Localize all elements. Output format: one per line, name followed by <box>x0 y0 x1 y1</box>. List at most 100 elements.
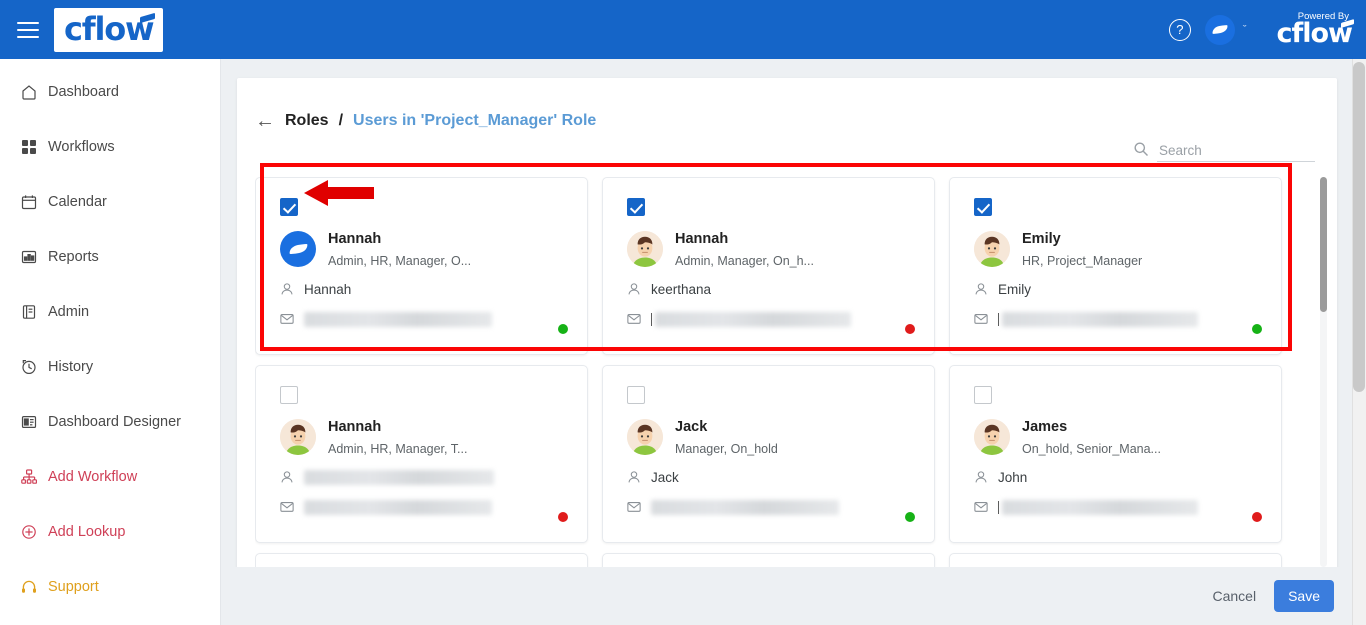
username-row: Hannah <box>280 281 569 298</box>
username-value: Hannah <box>304 281 352 297</box>
sidebar-item-support[interactable]: Support <box>0 570 220 604</box>
page-scrollbar-thumb[interactable] <box>1353 62 1365 392</box>
user-card[interactable] <box>602 553 935 567</box>
sidebar-item-label: Dashboard Designer <box>48 414 181 430</box>
email-redacted <box>304 499 492 515</box>
sidebar-item-label: Support <box>48 579 99 595</box>
user-card-header: Hannah Admin, HR, Manager, O... <box>280 231 569 268</box>
panel-scrollbar-thumb[interactable] <box>1320 177 1327 312</box>
designer-icon <box>20 414 37 431</box>
cflow-logo[interactable]: cflow <box>54 7 164 52</box>
user-select-checkbox[interactable] <box>974 386 992 404</box>
user-display-name: Jack <box>675 419 708 435</box>
user-cards-grid: Hannah Admin, HR, Manager, O... Hannah Hann… <box>255 177 1315 567</box>
user-display-name: James <box>1022 419 1068 435</box>
status-indicator-dot <box>905 324 915 334</box>
email-row <box>627 499 916 516</box>
user-roles-list: Admin, HR, Manager, O... <box>328 253 472 268</box>
sidebar-item-reports[interactable]: Reports <box>0 240 220 274</box>
username-value: Jack <box>651 469 679 485</box>
username-row: keerthana <box>627 281 916 298</box>
hamburger-menu-icon[interactable] <box>17 21 39 38</box>
cancel-button[interactable]: Cancel <box>1212 588 1256 604</box>
user-roles-list: Admin, Manager, On_h... <box>675 253 814 268</box>
add-lookup-icon <box>20 524 37 541</box>
search-input[interactable] <box>1157 140 1315 162</box>
envelope-icon <box>974 501 989 513</box>
sidebar-item-history[interactable]: History <box>0 350 220 384</box>
user-select-checkbox[interactable] <box>280 198 298 216</box>
user-card[interactable]: James On_hold, Senior_Mana... John <box>949 365 1282 543</box>
email-redacted <box>304 311 492 327</box>
search-icon[interactable] <box>1133 141 1149 162</box>
user-card-meta: Emily HR, Project_Manager <box>1022 231 1142 268</box>
breadcrumb-root[interactable]: Roles <box>285 112 329 130</box>
user-card-header: James On_hold, Senior_Mana... <box>974 419 1263 456</box>
email-row <box>280 499 569 516</box>
email-text-caret <box>651 312 652 326</box>
user-card[interactable]: Emily HR, Project_Manager Emily <box>949 177 1282 355</box>
person-avatar-icon <box>627 231 663 268</box>
user-card[interactable]: Hannah Admin, HR, Manager, O... Hannah <box>255 177 588 355</box>
username-row: Jack <box>627 469 916 486</box>
email-redacted <box>651 499 839 515</box>
envelope-icon <box>627 313 642 325</box>
add-workflow-icon <box>20 469 37 486</box>
user-card[interactable]: Hannah Admin, Manager, On_h... keerthana <box>602 177 935 355</box>
chevron-down-icon[interactable]: ˇ <box>1243 24 1247 36</box>
breadcrumb-current[interactable]: Users in 'Project_Manager' Role <box>353 112 596 130</box>
envelope-icon <box>280 313 295 325</box>
user-card-header: Hannah Admin, Manager, On_h... <box>627 231 916 268</box>
user-card[interactable] <box>949 553 1282 567</box>
person-avatar-icon <box>974 231 1010 268</box>
user-display-name: Hannah <box>675 231 729 247</box>
username-value: keerthana <box>651 281 712 297</box>
person-icon <box>974 282 989 296</box>
brand-avatar-icon <box>280 231 316 268</box>
username-row: Emily <box>974 281 1263 298</box>
email-row <box>280 311 569 328</box>
back-arrow-icon[interactable]: ← <box>255 111 275 131</box>
action-footer: Cancel Save <box>221 567 1366 625</box>
status-indicator-dot <box>1252 512 1262 522</box>
user-select-checkbox[interactable] <box>627 198 645 216</box>
sidebar-item-admin[interactable]: Admin <box>0 295 220 329</box>
sidebar-item-label: Add Lookup <box>48 524 126 540</box>
sidebar-item-add-workflow[interactable]: Add Workflow <box>0 460 220 494</box>
user-select-checkbox[interactable] <box>974 198 992 216</box>
person-icon <box>627 470 642 484</box>
user-card[interactable]: Hannah Admin, HR, Manager, T... <box>255 365 588 543</box>
envelope-icon <box>974 313 989 325</box>
email-redacted <box>1002 499 1198 515</box>
grid-icon <box>20 139 37 156</box>
user-select-checkbox[interactable] <box>627 386 645 404</box>
email-redacted <box>1002 311 1198 327</box>
person-avatar-icon <box>974 419 1010 456</box>
sidebar-item-label: Calendar <box>48 194 107 210</box>
user-card[interactable]: Jack Manager, On_hold Jack <box>602 365 935 543</box>
cflow-logo-text: cflow <box>64 9 155 48</box>
email-redacted <box>655 311 851 327</box>
sidebar-item-add-lookup[interactable]: Add Lookup <box>0 515 220 549</box>
sidebar-item-dashboard-designer[interactable]: Dashboard Designer <box>0 405 220 439</box>
user-card-meta: Jack Manager, On_hold <box>675 419 778 456</box>
sidebar-item-workflows[interactable]: Workflows <box>0 130 220 164</box>
headset-icon <box>20 579 37 596</box>
user-display-name: Hannah <box>328 419 382 435</box>
user-card-header: Emily HR, Project_Manager <box>974 231 1263 268</box>
help-circle-icon[interactable]: ? <box>1168 18 1191 41</box>
sidebar-item-calendar[interactable]: Calendar <box>0 185 220 219</box>
user-card-header: Hannah Admin, HR, Manager, T... <box>280 419 569 456</box>
breadcrumb: ← Roles / Users in 'Project_Manager' Rol… <box>237 78 1337 131</box>
user-avatar-icon[interactable] <box>1204 14 1235 45</box>
save-button[interactable]: Save <box>1274 580 1334 612</box>
user-select-checkbox[interactable] <box>280 386 298 404</box>
sidebar-item-label: Add Workflow <box>48 469 138 485</box>
email-row <box>974 311 1263 328</box>
user-card-meta: James On_hold, Senior_Mana... <box>1022 419 1161 456</box>
status-indicator-dot <box>558 324 568 334</box>
powered-by-block: Powered By cflow <box>1277 12 1353 47</box>
user-card[interactable] <box>255 553 588 567</box>
sidebar-item-dashboard[interactable]: Dashboard <box>0 75 220 109</box>
sidebar-item-label: History <box>48 359 94 375</box>
